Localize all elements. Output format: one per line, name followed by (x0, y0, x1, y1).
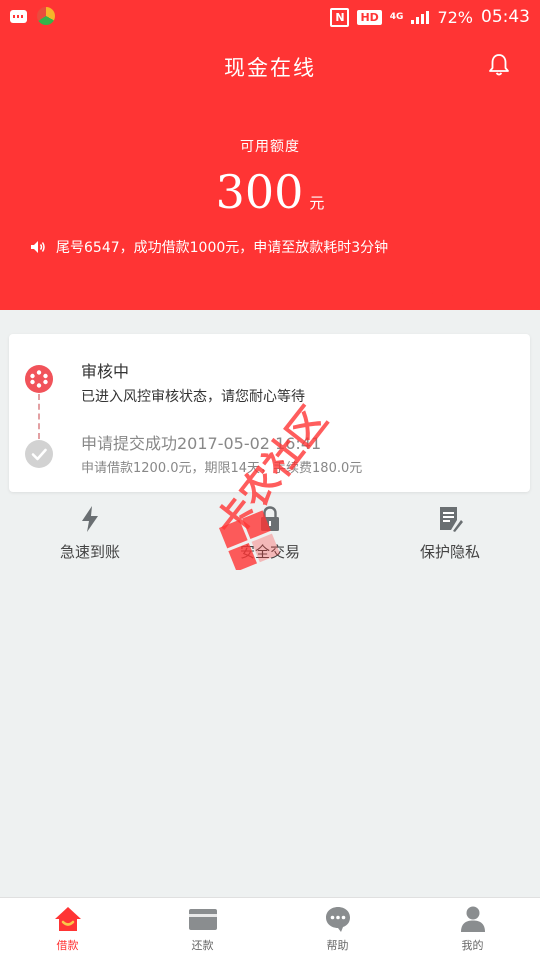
feature-label: 安全交易 (239, 543, 300, 561)
nav-item-mine[interactable]: 我的 (405, 898, 540, 961)
page-title: 现金在线 (224, 56, 316, 80)
network-type: 4G (389, 11, 404, 22)
user-icon (460, 906, 485, 932)
signal-icon (411, 10, 430, 24)
bell-icon[interactable] (488, 53, 510, 77)
review-status-icon (25, 365, 53, 393)
step-review-desc: 已进入风控审核状态，请您耐心等待 (81, 389, 305, 405)
loan-status-card: 审核中 已进入风控审核状态，请您耐心等待 申请提交成功2017-05-02 16… (9, 334, 530, 492)
nav-label: 我的 (461, 939, 484, 952)
hd-badge: HD (357, 9, 382, 25)
available-credit-label: 可用额度 (240, 139, 300, 155)
status-bar: N HD 4G 72% 05:43 (0, 0, 540, 34)
nav-item-loan[interactable]: 借款 (0, 898, 135, 961)
credit-amount-row: 300 元 (0, 165, 540, 219)
chat-icon (325, 907, 350, 932)
battery-level: 72% (437, 7, 473, 27)
credit-unit: 元 (309, 194, 325, 212)
feature-label: 保护隐私 (419, 543, 480, 561)
feature-secure-trade: 安全交易 (180, 505, 360, 575)
feature-privacy: 保护隐私 (360, 505, 540, 575)
loan-notice: 尾号6547，成功借款1000元，申请至放款耗时3分钟 (30, 237, 388, 257)
credit-amount: 300 (215, 165, 304, 219)
bottom-nav: 借款 还款 帮助 我的 (0, 897, 540, 961)
nav-label: 借款 (56, 939, 79, 952)
loan-notice-text: 尾号6547，成功借款1000元，申请至放款耗时3分钟 (56, 240, 389, 256)
feature-row: 急速到账 安全交易 保护隐私 (0, 505, 540, 575)
lightning-icon (82, 506, 98, 532)
message-icon (10, 9, 27, 23)
nav-label: 帮助 (326, 939, 349, 952)
feature-label: 急速到账 (59, 543, 120, 561)
timeline-connector (38, 394, 40, 439)
feature-fast-arrival: 急速到账 (0, 505, 180, 575)
app-notification-icon (37, 7, 55, 25)
clock: 05:43 (481, 7, 530, 27)
card-icon (188, 909, 217, 930)
header-banner: 现金在线 可用额度 300 元 尾号6547，成功借款1000元，申请至放款耗时3… (0, 0, 540, 310)
step-review-title: 审核中 (81, 362, 130, 381)
step-submitted-title: 申请提交成功2017-05-02 16:41 (81, 434, 322, 453)
step-submitted-desc: 申请借款1200.0元，期限14天，手续费180.0元 (81, 461, 363, 476)
nav-label: 还款 (191, 939, 214, 952)
nfc-icon: N (330, 7, 350, 27)
document-icon (440, 507, 463, 532)
header-wave (0, 280, 540, 308)
home-icon (54, 907, 81, 931)
speaker-icon (31, 241, 45, 253)
nav-item-help[interactable]: 帮助 (270, 898, 405, 961)
nav-item-repay[interactable]: 还款 (135, 898, 270, 961)
lock-icon (261, 506, 279, 531)
check-icon (25, 440, 53, 468)
